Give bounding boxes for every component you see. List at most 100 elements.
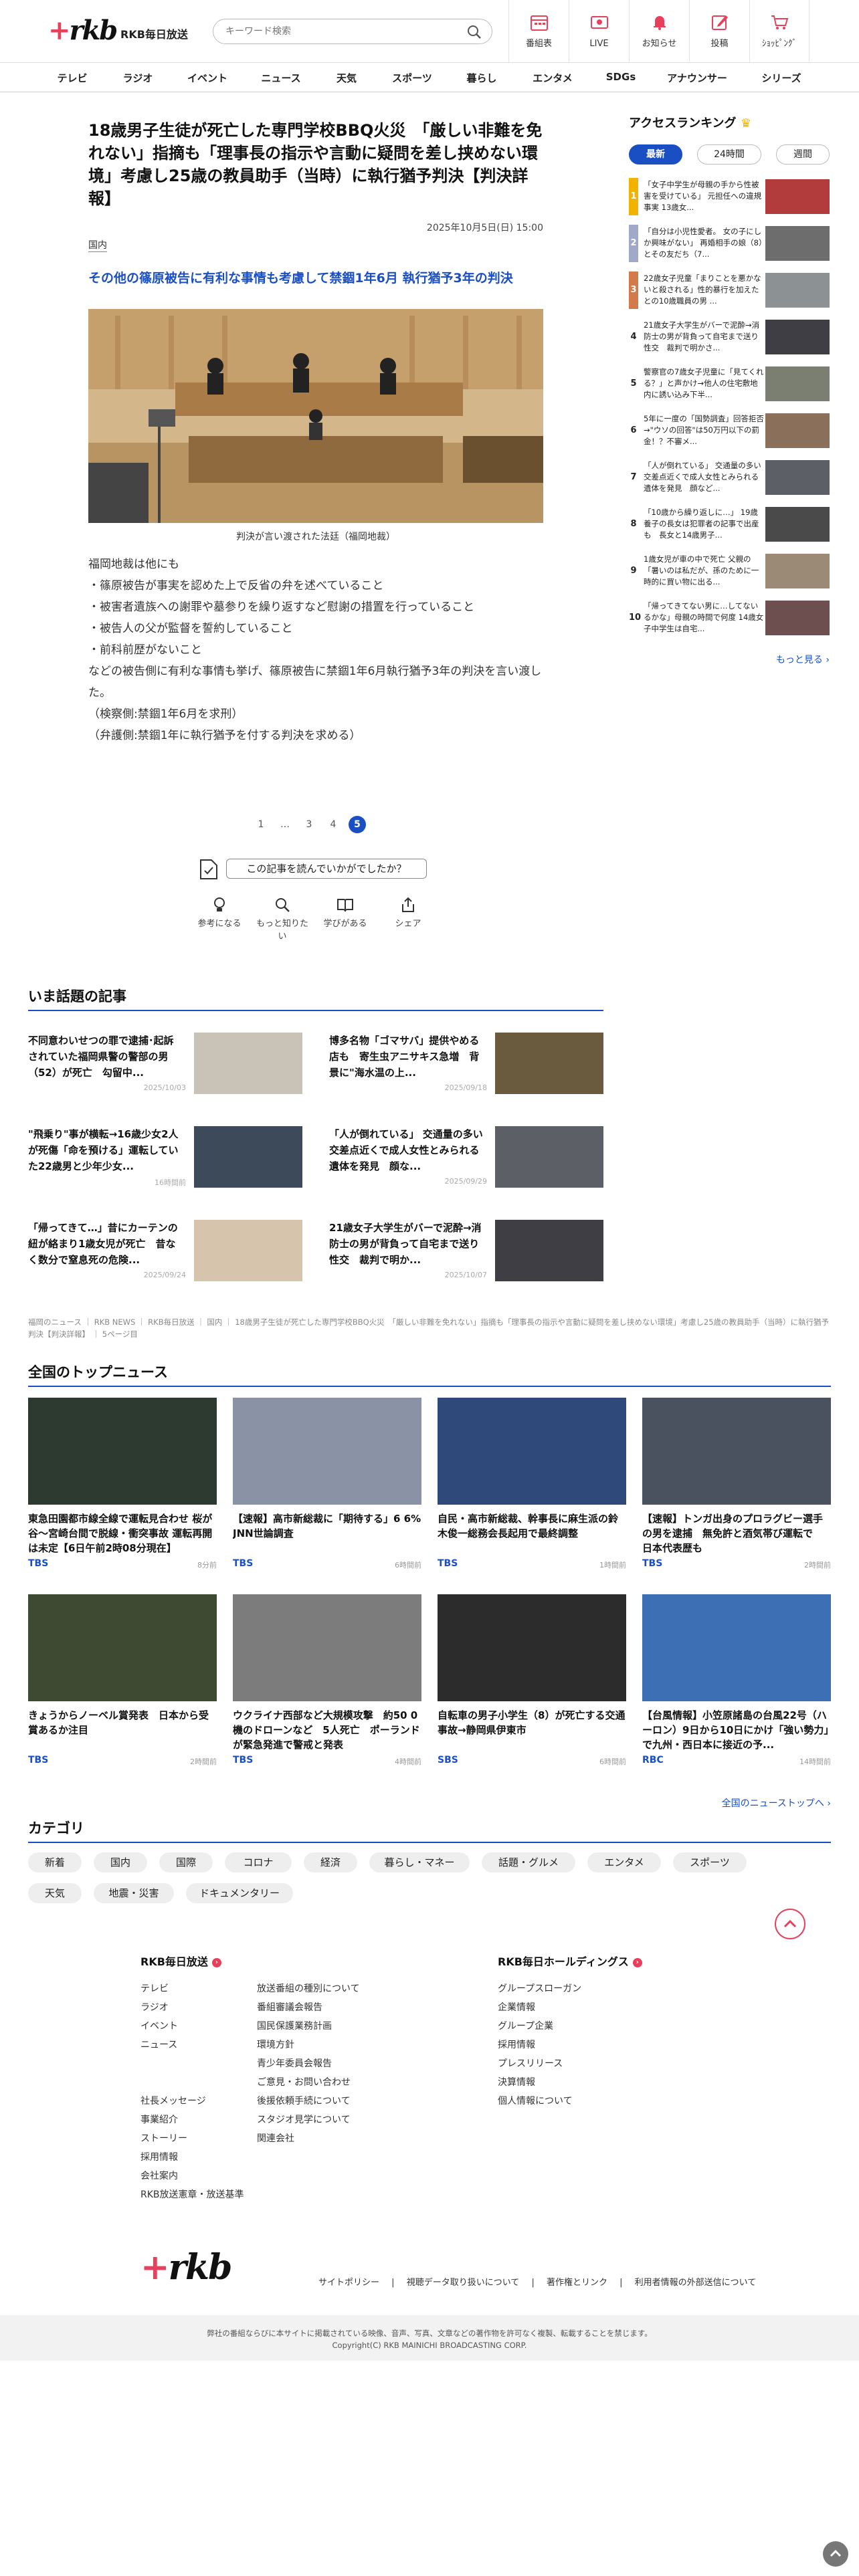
tab-weekly[interactable]: 週間	[776, 144, 830, 165]
ranking-item[interactable]: 6 5年に一度の「国勢調査」回答拒否→"ウソの回答"は50万円以下の罰金！？不審メ…	[629, 412, 830, 449]
footer-link[interactable]: プレスリリース	[498, 2054, 642, 2073]
news-card[interactable]: 自転車の男子小学生（8）が死亡する交通事故→静岡県伊東市 SBS 6時間前	[438, 1594, 626, 1768]
ranking-item[interactable]: 8 「10歳から繰り返しに…」 19歳養子の長女は犯罪者の記事で出産も 長女と14…	[629, 506, 830, 543]
category-chip[interactable]: 経済	[304, 1852, 357, 1872]
tab-latest[interactable]: 最新	[629, 144, 682, 165]
nav-item-news[interactable]: ニュース	[261, 71, 300, 85]
category-chip[interactable]: 国内	[94, 1852, 147, 1872]
page-link[interactable]: 4	[324, 816, 342, 833]
footer-policy-link[interactable]: 著作権とリンク	[547, 2278, 607, 2288]
footer-link[interactable]: スタジオ見学について	[257, 2111, 360, 2129]
live-button[interactable]: LIVE	[569, 0, 629, 63]
ranking-item[interactable]: 10 「帰ってきてない男に…してないるかな」母親の時間で何度 14歳女子中学生は自…	[629, 599, 830, 637]
topic-card[interactable]: 「人が倒れている」 交通量の多い交差点近くで成人女性とみられる遺体を発見 顔な.…	[329, 1126, 603, 1190]
footer-link[interactable]: ニュース	[140, 2036, 244, 2054]
notice-button[interactable]: お知らせ	[629, 0, 689, 63]
footer-link[interactable]: 青少年委員会報告	[257, 2054, 360, 2073]
footer-link[interactable]: イベント	[140, 2017, 244, 2036]
footer-link[interactable]: RKB放送憲章・放送基準	[140, 2185, 244, 2204]
footer-policy-link[interactable]: サイトポリシー	[318, 2278, 379, 2288]
nav-item-radio[interactable]: ラジオ	[123, 71, 153, 85]
ranking-item[interactable]: 3 22歳女子児童「まりことを悪かないと殺される」性的暴行を加えたとの10歳職員の…	[629, 272, 830, 309]
category-chip[interactable]: 話題・グルメ	[482, 1852, 575, 1872]
footer-link[interactable]: 番組審議会報告	[257, 1998, 360, 2017]
ranking-item[interactable]: 9 1歳女児が車の中で死亡 父親の「暑いのは私だが、孫のために一時的に買い物に出る…	[629, 552, 830, 590]
footer-policy-link[interactable]: 視聴データ取り扱いについて	[407, 2278, 520, 2288]
nav-item-sdgs[interactable]: SDGs	[606, 71, 636, 83]
news-card[interactable]: きょうからノーベル賞発表 日本から受賞あるか注目 TBS 2時間前	[28, 1594, 217, 1768]
nav-item-series[interactable]: シリーズ	[761, 71, 801, 85]
nav-item-weather[interactable]: 天気	[337, 71, 357, 85]
footer-link[interactable]: 企業情報	[498, 1998, 642, 2017]
footer-link[interactable]: 社長メッセージ	[140, 2092, 244, 2111]
news-card[interactable]: 【速報】高市新総裁に「期待する」6 6% JNN世論調査 TBS 6時間前	[233, 1398, 421, 1572]
category-chip[interactable]: 地震・災害	[94, 1883, 174, 1903]
topic-card[interactable]: 「帰ってきて…」昔にカーテンの紐が絡まり1歳女児が死亡 昔なく数分で窒息死の危険…	[28, 1220, 302, 1284]
ranking-more-link[interactable]: もっと見る ›	[776, 653, 830, 666]
category-chip[interactable]: 国際	[159, 1852, 213, 1872]
footer-holdings-title[interactable]: RKB毎日ホールディングス ›	[498, 1953, 642, 1971]
nav-item-sports[interactable]: スポーツ	[392, 71, 432, 85]
footer-link[interactable]: 事業紹介	[140, 2111, 244, 2129]
reaction-share[interactable]: シェア	[381, 896, 435, 929]
footer-link[interactable]: 国民保護業務計画	[257, 2017, 360, 2036]
footer-link[interactable]: ストーリー	[140, 2129, 244, 2148]
news-card[interactable]: 東急田園都市線全線で運転見合わせ 桜が谷〜宮崎台間で脱線・衝突事故 運転再開は未…	[28, 1398, 217, 1572]
footer-link[interactable]: 会社案内	[140, 2167, 244, 2185]
category-chip[interactable]: 天気	[28, 1883, 82, 1903]
footer-link[interactable]: 環境方針	[257, 2036, 360, 2054]
nav-item-entertainment[interactable]: エンタメ	[533, 71, 573, 85]
footer-link[interactable]: ご意見・お問い合わせ	[257, 2073, 360, 2092]
topic-card[interactable]: 博多名物「ゴマサバ」提供やめる店も 寄生虫アニサキス急増 背景に"海水温の上..…	[329, 1033, 603, 1097]
footer-link[interactable]: 後援依頼手続について	[257, 2092, 360, 2111]
footer-link[interactable]: 個人情報について	[498, 2092, 642, 2111]
nav-item-life[interactable]: 暮らし	[466, 71, 496, 85]
scroll-top-button[interactable]	[823, 2541, 848, 2567]
news-card[interactable]: ウクライナ西部など大規模攻撃 約50 0機のドローンなど 5人死亡 ポーランドが…	[233, 1594, 421, 1768]
footer-link[interactable]: グループスローガン	[498, 1979, 642, 1998]
category-chip[interactable]: 新着	[28, 1852, 82, 1872]
footer-rkb-logo[interactable]: +rkb	[140, 2247, 232, 2288]
ranking-item[interactable]: 2 「自分は小児性愛者。 女の子にしか興味がない」 再婚相手の娘（8）とその友だち…	[629, 225, 830, 262]
footer-link[interactable]: グループ企業	[498, 2017, 642, 2036]
schedule-button[interactable]: 番組表	[508, 0, 569, 63]
ranking-item[interactable]: 7 「人が倒れている」 交通量の多い交差点近くで成人女性とみられる遺体を発見 顔な…	[629, 459, 830, 496]
shopping-button[interactable]: ｼｮｯﾋﾟﾝｸﾞ	[749, 0, 809, 63]
ranking-item[interactable]: 5 警察官の7歳女子児童に「見てくれる？」と声かけ→他人の住宅敷地内に誘い込み下半…	[629, 365, 830, 403]
news-card[interactable]: 自民・高市新総裁、幹事長に麻生派の鈴木俊一総務会長起用で最終調整 TBS 1時間前	[438, 1398, 626, 1572]
topic-card[interactable]: 21歳女子大学生がバーで泥酔→消防士の男が背負って自宅まで送り性交 裁判で明か.…	[329, 1220, 603, 1284]
reaction-helpful[interactable]: 参考になる	[193, 896, 246, 929]
footer-link[interactable]: テレビ	[140, 1979, 244, 1998]
page-top-button[interactable]	[775, 1909, 805, 1939]
page-link[interactable]: 1	[252, 816, 270, 833]
news-card[interactable]: 【台風情報】小笠原諸島の台風22号（ハーロン）9日から10日にかけ「強い勢力」で…	[642, 1594, 831, 1768]
category-chip[interactable]: ドキュメンタリー	[186, 1883, 293, 1903]
category-chip[interactable]: コロナ	[225, 1852, 292, 1872]
footer-rkb-title[interactable]: RKB毎日放送 ›	[140, 1953, 244, 1971]
reaction-know-more[interactable]: もっと知りたい	[256, 896, 309, 942]
ranking-item[interactable]: 1 「女子中学生が母親の手から性被害を受けている」 元担任への違規事実 13歳女.…	[629, 178, 830, 215]
search-input[interactable]	[225, 25, 453, 38]
top-news-more-link[interactable]: 全国のニューストップへ ›	[722, 1796, 831, 1810]
footer-link[interactable]: 決算情報	[498, 2073, 642, 2092]
tab-24h[interactable]: 24時間	[697, 144, 761, 165]
search-icon[interactable]	[466, 24, 482, 40]
rkb-logo[interactable]: +rkb	[48, 15, 118, 47]
footer-link[interactable]: 採用情報	[140, 2148, 244, 2167]
category-chip[interactable]: エンタメ	[587, 1852, 661, 1872]
post-button[interactable]: 投稿	[689, 0, 749, 63]
brand-name[interactable]: RKB毎日放送	[120, 25, 188, 41]
topic-card[interactable]: "飛乗り"事が横転→16歳少女2人が死傷「命を預ける」運転していた22歳男と少年…	[28, 1126, 302, 1190]
nav-item-tv[interactable]: テレビ	[57, 71, 87, 85]
topic-card[interactable]: 不同意わいせつの罪で逮捕･起訴されていた福岡県警の警部の男（52）が死亡 勾留中…	[28, 1033, 302, 1097]
ranking-item[interactable]: 4 21歳女子大学生がバーで泥酔→消防士の男が背負って自宅まで送り性交 裁判で明か…	[629, 318, 830, 356]
footer-link[interactable]: 放送番組の種別について	[257, 1979, 360, 1998]
reaction-learning[interactable]: 学びがある	[318, 896, 372, 929]
footer-link[interactable]: ラジオ	[140, 1998, 244, 2017]
news-card[interactable]: 【速報】トンガ出身のプロラグビー選手の男を逮捕 無免許と酒気帯び運転で 日本代表…	[642, 1398, 831, 1572]
page-link[interactable]: 3	[300, 816, 318, 833]
nav-item-event[interactable]: イベント	[187, 71, 227, 85]
footer-link[interactable]: 関連会社	[257, 2129, 360, 2148]
category-chip[interactable]: スポーツ	[673, 1852, 747, 1872]
article-category[interactable]: 国内	[88, 238, 107, 252]
